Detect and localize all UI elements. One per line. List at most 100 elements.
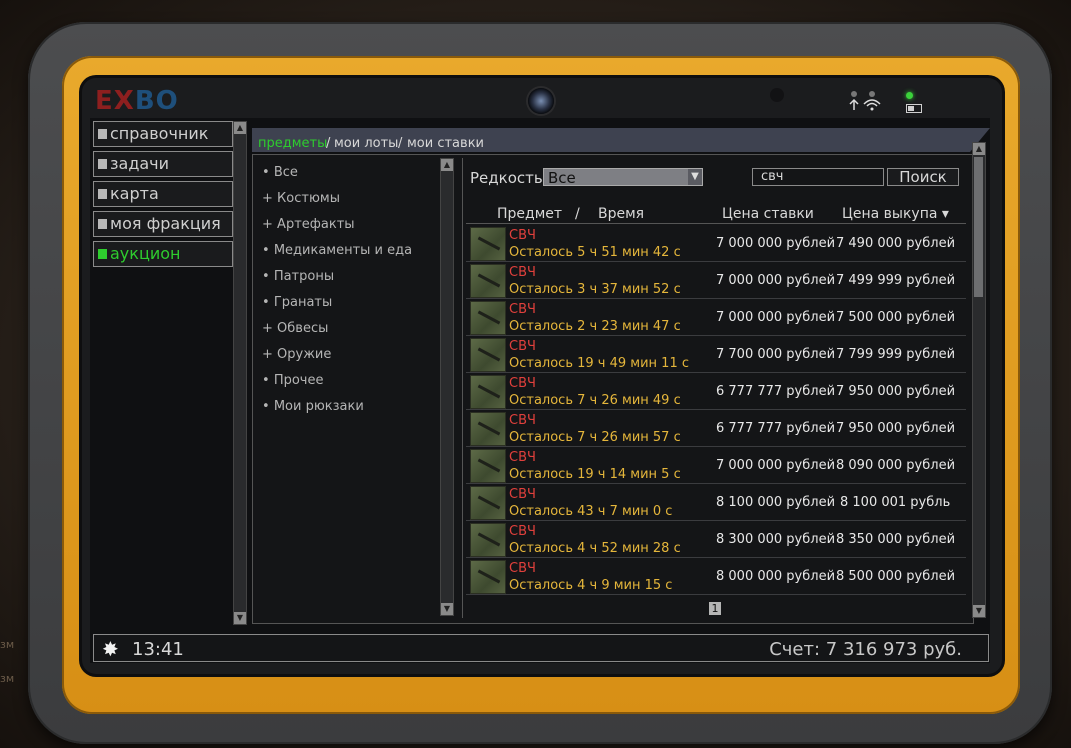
tab-moi-loty[interactable]: мои лоты — [334, 136, 398, 151]
category-item[interactable]: + Костюмы — [256, 186, 436, 212]
category-label: Гранаты — [273, 295, 333, 310]
item-buyout-price: 7 490 000 рублей — [836, 236, 956, 251]
panel-divider — [462, 158, 463, 618]
rarity-label: Редкость — [470, 169, 543, 187]
item-buyout-price: 8 100 001 рубль — [840, 495, 951, 510]
status-bar: ✸ 13:41 Счет: 7 316 973 руб. — [93, 634, 989, 662]
item-bid-price: 8 000 000 рублей — [716, 569, 836, 584]
clock-time: 13:41 — [132, 639, 184, 660]
scroll-down-icon[interactable]: ▼ — [973, 605, 985, 617]
category-item[interactable]: + Артефакты — [256, 212, 436, 238]
scroll-down-icon[interactable]: ▼ — [234, 612, 246, 624]
table-row[interactable]: СВЧ Осталось 4 ч 9 мин 15 с 8 000 000 рубл… — [466, 558, 966, 595]
background-side-label: зм — [0, 672, 15, 685]
item-bid-price: 7 000 000 рублей — [716, 273, 836, 288]
tab-predmety[interactable]: предметы — [258, 136, 327, 151]
status-led — [906, 92, 913, 99]
category-expand-icon: + — [262, 321, 273, 336]
category-expand-icon: + — [262, 191, 273, 206]
column-header-buyout[interactable]: Цена выкупа ▾ — [842, 206, 949, 222]
category-list: • Все + Костюмы + Артефакты • Медикамент… — [256, 160, 436, 420]
item-time-left: Осталось 19 ч 14 мин 5 с — [509, 467, 681, 482]
nav-item-label: карта — [110, 184, 159, 203]
item-time-left: Осталось 4 ч 9 мин 15 с — [509, 578, 673, 593]
item-bid-price: 8 300 000 рублей — [716, 532, 836, 547]
table-row[interactable]: СВЧ Осталось 19 ч 49 мин 11 с 7 700 000 ру… — [466, 336, 966, 373]
nav-bullet-icon — [98, 219, 107, 229]
category-label: Прочее — [273, 373, 324, 388]
column-header-separator: / — [575, 206, 580, 222]
item-buyout-price: 8 350 000 рублей — [836, 532, 956, 547]
column-header-time[interactable]: Время — [598, 206, 644, 222]
nav-bullet-icon — [98, 129, 107, 139]
dropdown-arrow-icon[interactable]: ▼ — [688, 169, 702, 185]
rarity-select[interactable]: Все ▼ — [543, 168, 703, 187]
item-time-left: Осталось 43 ч 7 мин 0 с — [509, 504, 673, 519]
item-bid-price: 7 000 000 рублей — [716, 458, 836, 473]
table-row[interactable]: СВЧ Осталось 4 ч 52 мин 28 с 8 300 000 руб… — [466, 521, 966, 558]
item-thumbnail — [470, 449, 506, 483]
category-scrollbar[interactable]: ▲ ▼ — [440, 158, 454, 616]
nav-bullet-icon — [98, 189, 107, 199]
category-label: Медикаменты и еда — [273, 243, 413, 258]
table-row[interactable]: СВЧ Осталось 3 ч 37 мин 52 с 7 000 000 руб… — [466, 262, 966, 299]
category-expand-icon: + — [262, 217, 273, 232]
nav-bullet-icon — [98, 159, 107, 169]
scroll-up-icon[interactable]: ▲ — [234, 122, 246, 134]
light-sensor — [770, 88, 784, 102]
scroll-thumb[interactable] — [974, 157, 983, 297]
category-item[interactable]: • Все — [256, 160, 436, 186]
sidebar-scrollbar[interactable]: ▲ ▼ — [233, 121, 247, 625]
sidebar-nav: справочник задачи карта моя фракция аукц… — [93, 121, 233, 271]
item-buyout-price: 7 499 999 рублей — [836, 273, 956, 288]
category-bullet-icon: • — [262, 243, 270, 258]
category-item[interactable]: • Прочее — [256, 368, 436, 394]
category-item[interactable]: • Медикаменты и еда — [256, 238, 436, 264]
search-input[interactable]: свч — [752, 168, 884, 186]
scroll-up-icon[interactable]: ▲ — [973, 143, 985, 155]
table-row[interactable]: СВЧ Осталось 19 ч 14 мин 5 с 7 000 000 руб… — [466, 447, 966, 484]
category-item[interactable]: • Мои рюкзаки — [256, 394, 436, 420]
column-header-item[interactable]: Предмет — [497, 206, 562, 222]
category-item[interactable]: + Оружие — [256, 342, 436, 368]
page-number-button[interactable]: 1 — [709, 602, 721, 615]
camera-icon — [528, 88, 554, 114]
item-thumbnail — [470, 560, 506, 594]
item-name: СВЧ — [509, 302, 536, 317]
category-item[interactable]: + Обвесы — [256, 316, 436, 342]
category-item[interactable]: • Патроны — [256, 264, 436, 290]
table-row[interactable]: СВЧ Осталось 2 ч 23 мин 47 с 7 000 000 руб… — [466, 299, 966, 336]
scroll-down-icon[interactable]: ▼ — [441, 603, 453, 615]
item-time-left: Осталось 3 ч 37 мин 52 с — [509, 282, 681, 297]
background-side-label: зм — [0, 638, 15, 651]
nav-item-spravochnik[interactable]: справочник — [93, 121, 233, 147]
logo-part-2: BO — [134, 86, 179, 116]
scroll-up-icon[interactable]: ▲ — [441, 159, 453, 171]
nav-item-label: справочник — [110, 124, 209, 143]
item-time-left: Осталось 5 ч 51 мин 42 с — [509, 245, 681, 260]
sun-icon: ✸ — [102, 637, 119, 661]
nav-item-auction[interactable]: аукцион — [93, 241, 233, 267]
item-bid-price: 8 100 000 рублей — [716, 495, 836, 510]
breadcrumb-separator: / — [398, 136, 403, 151]
lots-table: СВЧ Осталось 5 ч 51 мин 42 с 7 000 000 руб… — [466, 225, 966, 595]
search-button[interactable]: Поиск — [887, 168, 959, 186]
table-row[interactable]: СВЧ Осталось 7 ч 26 мин 57 с 6 777 777 руб… — [466, 410, 966, 447]
table-row[interactable]: СВЧ Осталось 43 ч 7 мин 0 с 8 100 000 рубл… — [466, 484, 966, 521]
category-label: Костюмы — [277, 191, 340, 206]
category-bullet-icon: • — [262, 269, 270, 284]
nav-item-label: аукцион — [110, 244, 181, 263]
nav-item-karta[interactable]: карта — [93, 181, 233, 207]
item-thumbnail — [470, 338, 506, 372]
category-item[interactable]: • Гранаты — [256, 290, 436, 316]
table-scrollbar[interactable]: ▲ ▼ — [972, 142, 986, 618]
nav-item-label: задачи — [110, 154, 170, 173]
rarity-value: Все — [548, 169, 576, 187]
item-name: СВЧ — [509, 265, 536, 280]
table-row[interactable]: СВЧ Осталось 7 ч 26 мин 49 с 6 777 777 руб… — [466, 373, 966, 410]
nav-item-moya-frakciya[interactable]: моя фракция — [93, 211, 233, 237]
table-row[interactable]: СВЧ Осталось 5 ч 51 мин 42 с 7 000 000 руб… — [466, 225, 966, 262]
column-header-bid[interactable]: Цена ставки — [722, 206, 814, 222]
nav-item-zadachi[interactable]: задачи — [93, 151, 233, 177]
tab-moi-stavki[interactable]: мои ставки — [407, 136, 484, 151]
